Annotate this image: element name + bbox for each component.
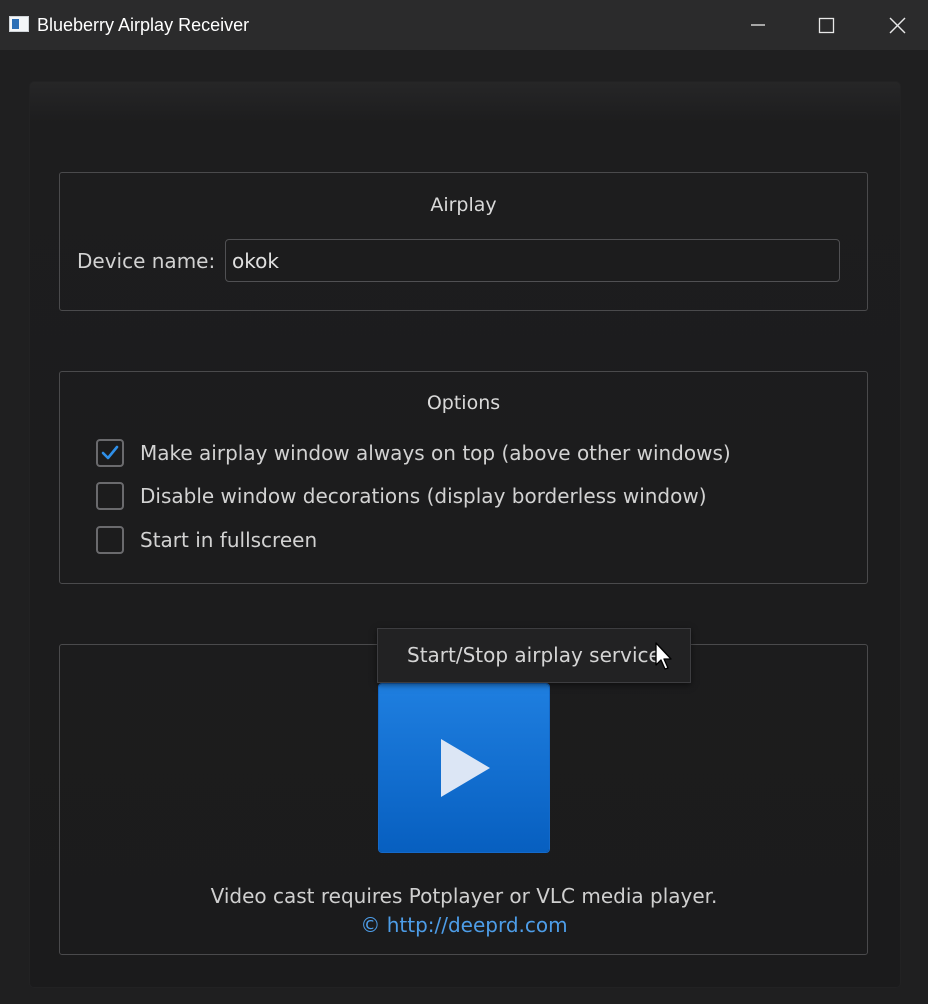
- player-requirement-note: Video cast requires Potplayer or VLC med…: [210, 884, 718, 908]
- app-window-icon: [9, 16, 29, 32]
- start-fullscreen-checkbox[interactable]: [96, 526, 124, 554]
- device-name-label: Device name:: [77, 249, 216, 273]
- always-on-top-label: Make airplay window always on top (above…: [140, 441, 731, 465]
- options-group-title: Options: [426, 392, 501, 414]
- start-stop-service-button[interactable]: [379, 684, 549, 852]
- device-name-input[interactable]: [225, 239, 840, 282]
- window-title: Blueberry Airplay Receiver: [37, 15, 250, 35]
- website-link[interactable]: © http://deeprd.com: [0, 913, 928, 937]
- mouse-cursor-icon: [655, 642, 672, 670]
- airplay-group: Airplay Device name:: [59, 172, 868, 311]
- checkmark-icon: [101, 445, 119, 460]
- airplay-group-title: Airplay: [430, 194, 497, 216]
- close-button[interactable]: [862, 0, 928, 50]
- options-group: Options Make airplay window always on to…: [59, 371, 868, 584]
- disable-decorations-label: Disable window decorations (display bord…: [140, 484, 707, 508]
- play-icon: [441, 739, 490, 797]
- title-bar[interactable]: Blueberry Airplay Receiver: [0, 0, 928, 50]
- tooltip-text: Start/Stop airplay service: [407, 643, 661, 667]
- disable-decorations-checkbox[interactable]: [96, 482, 124, 510]
- minimize-button[interactable]: [723, 0, 793, 50]
- start-stop-tooltip: Start/Stop airplay service: [377, 628, 691, 683]
- close-icon: [889, 17, 906, 34]
- minimize-icon: [751, 24, 765, 26]
- maximize-button[interactable]: [792, 0, 862, 50]
- maximize-icon: [818, 17, 835, 34]
- start-fullscreen-label: Start in fullscreen: [140, 528, 318, 552]
- always-on-top-checkbox[interactable]: [96, 439, 124, 467]
